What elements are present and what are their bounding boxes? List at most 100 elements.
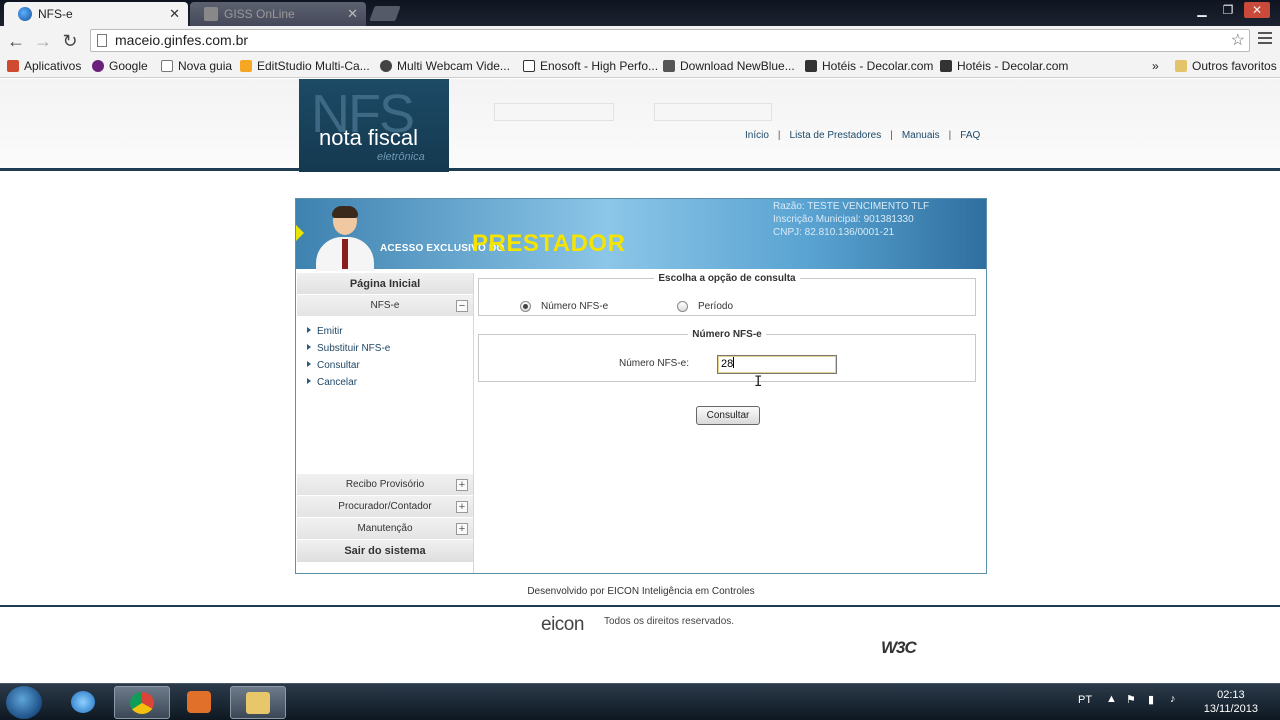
expand-plus-icon[interactable]: + [456,501,468,513]
forward-arrow-icon[interactable]: → [32,30,54,52]
item-label: Emitir [317,326,343,337]
bookmark-label: Aplicativos [24,59,82,73]
logout-button[interactable]: Sair do sistema [297,540,473,562]
apps-grid-icon [7,60,19,72]
other-bookmarks[interactable]: Outros favoritos [1175,59,1277,73]
bookmark-star-icon[interactable]: ☆ [1231,30,1245,51]
globe-icon [18,7,32,21]
webcam-icon [380,60,392,72]
developed-by-text: Desenvolvido por EICON Inteligência em C… [527,586,755,597]
text-cursor-icon: I [754,374,763,390]
numero-legend: Número NFS-e [692,329,762,340]
clock-date: 13/11/2013 [1203,703,1258,715]
url-text: maceio.ginfes.com.br [115,32,249,48]
language-indicator[interactable]: PT [1078,694,1092,706]
tab-giss-online[interactable]: GISS OnLine ✕ [190,2,366,26]
section-label: Manutenção [357,523,413,534]
bookmark-label: Hotéis - Decolar.com [957,59,1069,73]
new-tab-button[interactable] [369,6,401,21]
sidebar-item-cancelar[interactable]: Cancelar [297,374,473,391]
reload-icon[interactable]: ↻ [59,30,81,52]
taskbar-media-player[interactable] [172,686,228,719]
sidebar-section-nfse[interactable]: NFS-e − [297,295,473,317]
w3c-badge[interactable]: W3C [881,638,917,658]
maximize-button[interactable]: ❐ [1218,2,1238,18]
system-tray: PT ▲ ⚑ ▮ ♪ 02:13 13/11/2013 [980,684,1280,720]
menu-icon[interactable] [1258,32,1272,47]
start-button[interactable] [6,686,42,719]
nfse-logo[interactable]: NFS nota fiscal eletrônica [299,79,449,172]
footer-divider [0,605,1280,607]
taskbar-internet-explorer[interactable] [56,686,112,719]
radio-selected-icon[interactable] [520,301,531,312]
item-label: Consultar [317,360,360,371]
expand-plus-icon[interactable]: + [456,523,468,535]
page-icon [161,60,173,72]
close-tab-icon[interactable]: ✕ [169,6,180,22]
section-label: Procurador/Contador [338,501,432,512]
logo-eletronica-text: eletrônica [377,151,425,163]
bookmark-label: Download NewBlue... [680,59,795,73]
bookmark-multi-webcam[interactable]: Multi Webcam Vide... [380,59,510,73]
fx-icon [663,60,675,72]
bookmark-enosoft[interactable]: Enosoft - High Perfo... [523,59,658,73]
volume-icon[interactable]: ♪ [1170,693,1176,705]
bookmark-nova-guia[interactable]: Nova guia [161,59,232,73]
bookmark-newblue[interactable]: Download NewBlue... [663,59,795,73]
inscricao-text: Inscrição Municipal: 901381330 [773,214,914,225]
more-bookmarks-chevron[interactable]: » [1152,59,1159,73]
tray-arrow-icon[interactable]: ▲ [1106,693,1117,705]
media-player-icon [187,691,211,713]
bullet-arrow-icon [307,327,311,333]
bookmark-decolar-1[interactable]: Hotéis - Decolar.com [805,59,933,73]
back-arrow-icon[interactable]: ← [5,30,27,52]
consulta-form: Escolha a opção de consulta Número NFS-e… [476,273,984,573]
radio-unselected-icon[interactable] [677,301,688,312]
chrome-icon [130,692,154,714]
address-bar[interactable]: maceio.ginfes.com.br ☆ [90,29,1250,52]
nav-manuais-link[interactable]: Manuais [902,130,940,141]
minimize-button[interactable]: ▁ [1192,2,1212,18]
sidebar-item-pagina-inicial[interactable]: Página Inicial [297,273,473,295]
collapse-minus-icon[interactable]: − [456,300,468,312]
bookmark-label: Google [109,59,148,73]
bookmark-google[interactable]: Google [92,59,148,73]
bookmark-label: Outros favoritos [1192,59,1277,73]
eicon-logo[interactable]: eicon [541,614,584,636]
close-window-button[interactable]: ✕ [1244,2,1270,18]
nfse-submenu: Emitir Substituir NFS-e Consultar Cancel… [297,317,473,474]
numero-nfse-input[interactable]: 28 [717,355,837,374]
clock[interactable]: 02:13 13/11/2013 [1204,688,1258,716]
close-tab-icon[interactable]: ✕ [347,6,358,22]
radio-numero-nfse[interactable]: Número NFS-e [520,301,608,312]
tab-nfse[interactable]: NFS-e ✕ [4,2,188,26]
action-center-icon[interactable]: ⚑ [1126,693,1136,706]
bullet-arrow-icon [307,361,311,367]
bookmark-decolar-2[interactable]: Hotéis - Decolar.com [940,59,1068,73]
sidebar-item-emitir[interactable]: Emitir [297,323,473,340]
bookmark-label: Hotéis - Decolar.com [822,59,934,73]
taskbar-chrome[interactable] [114,686,170,719]
expand-plus-icon[interactable]: + [456,479,468,491]
browser-titlebar: NFS-e ✕ GISS OnLine ✕ ▁ ❐ ✕ [0,0,1280,26]
radio-periodo[interactable]: Período [677,301,733,312]
taskbar-explorer[interactable] [230,686,286,719]
nav-faq-link[interactable]: FAQ [960,130,980,141]
consultar-button[interactable]: Consultar [696,406,760,425]
sidebar-item-consultar[interactable]: Consultar [297,357,473,374]
sidebar-section-procurador[interactable]: Procurador/Contador + [297,496,473,518]
bookmark-apps[interactable]: Aplicativos [7,59,81,73]
bookmark-label: Nova guia [178,59,233,73]
item-label: Cancelar [317,377,358,388]
sidebar-section-recibo[interactable]: Recibo Provisório + [297,474,473,496]
bookmark-editstudio[interactable]: EditStudio Multi-Ca... [240,59,370,73]
yahoo-icon [92,60,104,72]
network-icon[interactable]: ▮ [1148,693,1154,706]
bookmark-label: Enosoft - High Perfo... [540,59,659,73]
nav-inicio-link[interactable]: Início [745,130,769,141]
nav-lista-prestadores-link[interactable]: Lista de Prestadores [790,130,882,141]
sidebar-item-substituir[interactable]: Substituir NFS-e [297,340,473,357]
tab-title: NFS-e [38,7,73,21]
sidebar-section-manutencao[interactable]: Manutenção + [297,518,473,540]
user-avatar-icon [316,206,374,271]
